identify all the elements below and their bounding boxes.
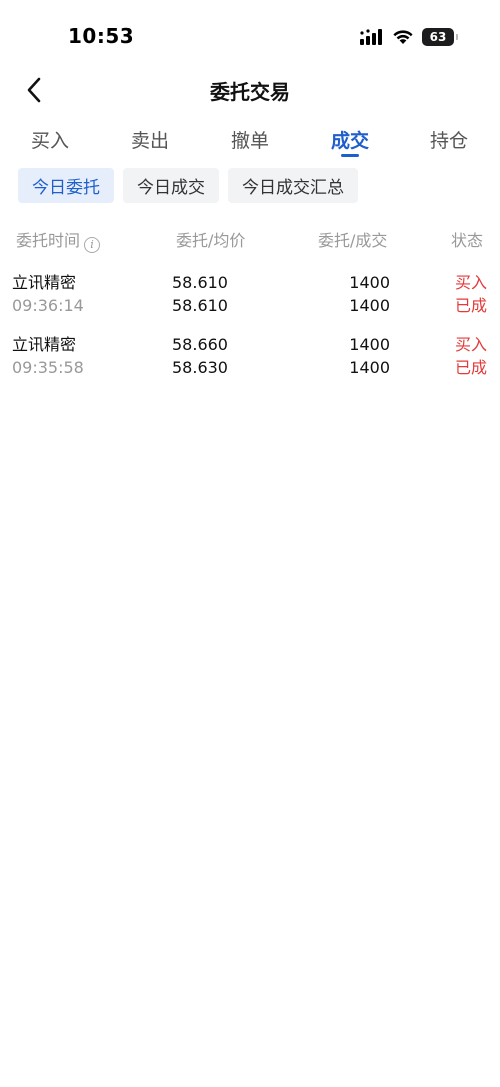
order-status: 已成: [454, 358, 487, 377]
order-direction: 买入: [454, 335, 487, 354]
status-bar: 10:53 63: [0, 0, 500, 75]
subtab-today-deals[interactable]: 今日成交: [123, 168, 219, 203]
table-row[interactable]: 立讯精密 09:35:58 58.660 58.630 1400 1400 买入…: [0, 334, 500, 384]
order-direction: 买入: [454, 273, 487, 292]
avg-price: 58.610: [172, 296, 228, 315]
column-header-qty: 委托/成交: [318, 231, 388, 250]
column-header-status: 状态: [450, 231, 483, 250]
stock-name: 立讯精密: [12, 273, 77, 292]
column-header-time-label: 委托时间: [16, 231, 81, 250]
subtabs: 今日委托 今日成交 今日成交汇总: [18, 168, 358, 203]
active-tab-indicator: [341, 154, 359, 157]
order-time: 09:35:58: [12, 358, 84, 377]
status-time: 10:53: [68, 24, 135, 48]
stock-name: 立讯精密: [12, 335, 77, 354]
cellular-signal-icon: [360, 29, 382, 45]
column-header-price: 委托/均价: [176, 231, 246, 250]
column-header-time: 委托时间 i: [16, 227, 101, 253]
battery-icon: 63: [422, 28, 458, 46]
filled-qty: 1400: [349, 358, 390, 377]
nav-bar: 委托交易: [0, 68, 500, 112]
avg-price: 58.630: [172, 358, 228, 377]
tab-positions[interactable]: 持仓: [419, 126, 479, 153]
subtab-today-deals-summary[interactable]: 今日成交汇总: [228, 168, 358, 203]
order-time: 09:36:14: [12, 296, 84, 315]
order-qty: 1400: [349, 335, 390, 354]
order-price: 58.660: [172, 335, 228, 354]
wifi-icon: [393, 30, 413, 44]
filled-qty: 1400: [349, 296, 390, 315]
page-title: 委托交易: [210, 80, 290, 104]
subtab-today-orders[interactable]: 今日委托: [18, 168, 114, 203]
table-row[interactable]: 立讯精密 09:36:14 58.610 58.610 1400 1400 买入…: [0, 272, 500, 322]
order-qty: 1400: [349, 273, 390, 292]
tab-deals[interactable]: 成交: [320, 126, 380, 153]
trade-tabs: 买入 卖出 撤单 成交 持仓: [0, 120, 500, 164]
tab-cancel[interactable]: 撤单: [220, 126, 280, 153]
info-icon[interactable]: i: [84, 236, 101, 253]
table-header: 委托时间 i 委托/均价 委托/成交 状态: [0, 224, 500, 253]
battery-level: 63: [429, 30, 447, 44]
order-price: 58.610: [172, 273, 228, 292]
tab-sell[interactable]: 卖出: [120, 126, 180, 153]
tab-buy[interactable]: 买入: [20, 126, 80, 153]
order-status: 已成: [454, 296, 487, 315]
status-icons: 63: [360, 28, 458, 46]
